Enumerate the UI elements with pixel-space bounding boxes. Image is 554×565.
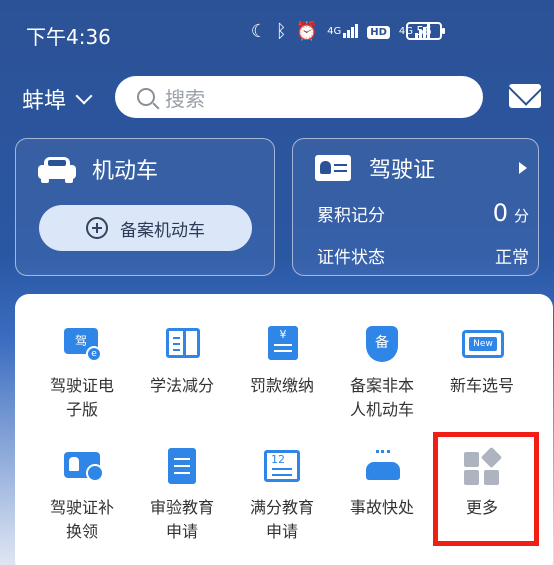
service-license-renew[interactable]: 驾驶证补 换领	[34, 446, 130, 544]
points-value-wrap: 0分	[493, 199, 529, 227]
e-license-icon: 驾e	[62, 324, 102, 364]
service-label: 罚款缴纳	[249, 376, 314, 395]
search-placeholder: 搜索	[165, 86, 205, 111]
service-label: 新车选号	[449, 376, 514, 395]
full-score-calendar-icon: 12	[262, 446, 302, 486]
vehicle-card-title: 机动车	[92, 159, 159, 184]
service-review-education[interactable]: 审验教育 申请	[134, 446, 230, 544]
status-value: 正常	[495, 248, 529, 268]
service-label: 驾驶证补 换领	[49, 498, 114, 541]
service-label: 满分教育 申请	[249, 498, 314, 541]
register-vehicle-button[interactable]: 备案机动车	[39, 205, 252, 251]
points-unit: 分	[513, 207, 529, 225]
fine-receipt-icon: ¥	[262, 324, 302, 364]
hd-badge: HD	[367, 25, 390, 39]
id-card-icon	[315, 155, 351, 181]
license-renew-icon	[62, 446, 104, 486]
moon-icon: ☾	[250, 21, 267, 42]
search-icon	[137, 88, 155, 106]
service-pay-fine[interactable]: ¥ 罚款缴纳	[234, 324, 330, 398]
new-plate-icon: New	[462, 324, 504, 364]
signal-icon: 4G	[327, 22, 359, 42]
points-row: 累积记分 0分	[317, 199, 529, 227]
city-label: 蚌埠	[22, 89, 67, 114]
header: 蚌埠 搜索	[0, 74, 554, 122]
service-label: 事故快处	[349, 498, 414, 517]
register-vehicle-label: 备案机动车	[120, 220, 205, 241]
vehicle-card-header: 机动车	[38, 153, 158, 185]
service-new-plate[interactable]: New 新车选号	[434, 324, 530, 398]
accident-icon	[362, 446, 402, 486]
license-card-header[interactable]: 驾驶证	[315, 152, 527, 184]
points-value: 0	[492, 199, 508, 227]
register-shield-icon: 备	[362, 324, 402, 364]
alarm-icon: ⏰	[295, 21, 319, 42]
license-card-title: 驾驶证	[369, 158, 436, 183]
arrow-right-icon	[519, 162, 527, 174]
status-row: 证件状态 正常	[317, 243, 529, 268]
chevron-down-icon	[75, 87, 93, 105]
points-label: 累积记分	[317, 206, 385, 226]
service-label: 学法减分	[149, 376, 214, 395]
service-e-license[interactable]: 驾e 驾驶证电 子版	[34, 324, 130, 422]
add-circle-icon	[86, 217, 108, 239]
battery-icon: 56	[406, 22, 445, 40]
service-register-other-vehicle[interactable]: 备 备案非本 人机动车	[334, 324, 430, 422]
highlight-box	[433, 432, 539, 546]
mail-icon[interactable]	[509, 84, 541, 108]
review-doc-icon	[162, 446, 202, 486]
search-bar[interactable]: 搜索	[115, 76, 483, 118]
status-bar: 下午4:36 ☾ ᛒ ⏰ 4G HD 4G 56	[0, 0, 554, 64]
status-icons: ☾ ᛒ ⏰ 4G HD 4G	[251, 22, 430, 42]
car-icon	[38, 155, 76, 183]
book-icon	[162, 324, 202, 364]
service-label: 审验教育 申请	[149, 498, 214, 541]
service-study-deduct[interactable]: 学法减分	[134, 324, 230, 398]
city-selector[interactable]: 蚌埠	[22, 83, 93, 115]
vehicle-card[interactable]: 机动车 备案机动车	[15, 138, 275, 276]
service-label: 备案非本 人机动车	[349, 376, 414, 419]
status-label: 证件状态	[317, 248, 385, 268]
service-accident-quick[interactable]: 事故快处	[334, 446, 430, 520]
bluetooth-icon: ᛒ	[275, 21, 287, 42]
license-card[interactable]: 驾驶证 累积记分 0分 证件状态 正常	[292, 138, 539, 276]
service-label: 驾驶证电 子版	[49, 376, 114, 419]
status-time: 下午4:36	[26, 25, 111, 49]
service-full-score-education[interactable]: 12 满分教育 申请	[234, 446, 330, 544]
